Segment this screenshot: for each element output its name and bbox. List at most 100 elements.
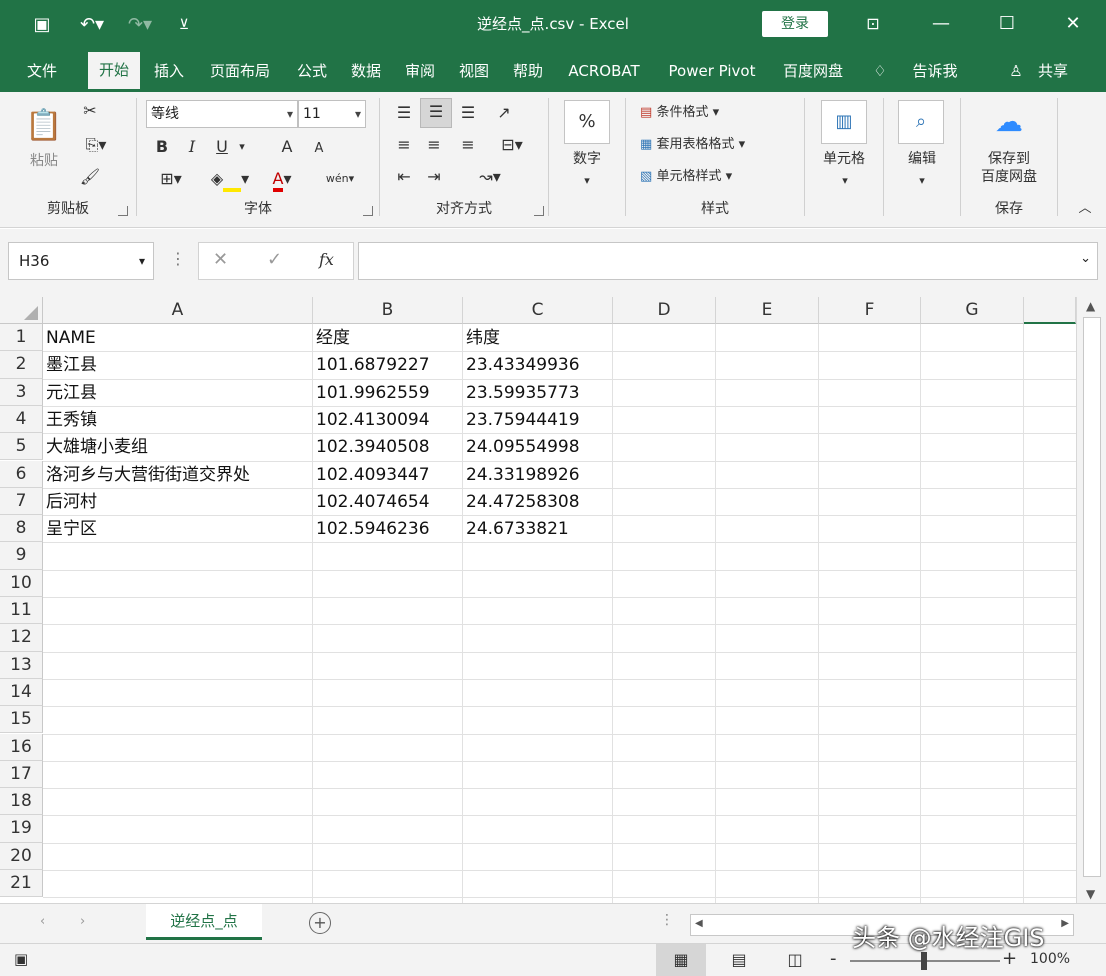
copy-icon[interactable]: ⎘▾: [74, 132, 118, 158]
row-header[interactable]: 16: [0, 733, 43, 761]
column-header-a[interactable]: A: [43, 297, 313, 324]
format-painter-icon[interactable]: 🖌: [74, 164, 106, 190]
cell-a3[interactable]: 元江县: [43, 379, 313, 406]
chevron-down-icon[interactable]: ▾: [579, 168, 595, 194]
previous-sheet-icon[interactable]: ‹: [40, 914, 45, 929]
column-header-d[interactable]: D: [613, 297, 716, 324]
clipboard-launcher-icon[interactable]: [118, 206, 128, 216]
cell-b1[interactable]: 经度: [313, 324, 463, 351]
vertical-scrollbar[interactable]: ▲ ▼: [1076, 297, 1106, 903]
cell-c3[interactable]: 23.59935773: [463, 379, 613, 406]
chevron-down-icon[interactable]: ▾: [235, 134, 249, 160]
login-button[interactable]: 登录: [762, 11, 828, 37]
next-sheet-icon[interactable]: ›: [80, 914, 85, 929]
row-header[interactable]: 7: [0, 487, 43, 516]
zoom-out-button[interactable]: -: [830, 948, 837, 969]
cut-icon[interactable]: ✂: [74, 98, 106, 124]
underline-button[interactable]: U: [211, 134, 233, 160]
font-name-select[interactable]: 等线 ▾: [146, 100, 298, 128]
expand-formula-bar-icon[interactable]: ⌄: [1080, 251, 1091, 266]
cell-a5[interactable]: 大雄塘小麦组: [43, 433, 313, 460]
enter-icon[interactable]: ✓: [267, 249, 282, 270]
vertical-scroll-thumb[interactable]: [1083, 317, 1101, 877]
formula-input[interactable]: ⌄: [358, 242, 1098, 280]
tab-formulas[interactable]: 公式: [286, 58, 338, 88]
cell-b4[interactable]: 102.4130094: [313, 406, 463, 433]
row-header[interactable]: 11: [0, 597, 43, 625]
cell-a4[interactable]: 王秀镇: [43, 406, 313, 433]
cell-a6[interactable]: 洛河乡与大营街街道交界处: [43, 461, 313, 488]
tab-page-layout[interactable]: 页面布局: [198, 58, 282, 88]
save-icon[interactable]: ▣: [28, 12, 56, 38]
row-header[interactable]: 20: [0, 842, 43, 870]
cancel-icon[interactable]: ✕: [213, 249, 228, 270]
row-header[interactable]: 6: [0, 460, 43, 488]
merge-center-icon[interactable]: ↝▾: [468, 164, 512, 190]
increase-indent-icon[interactable]: ⇥: [420, 164, 448, 190]
customize-quick-access-icon[interactable]: ⊻: [172, 12, 196, 38]
alignment-launcher-icon[interactable]: [534, 206, 544, 216]
cell-c4[interactable]: 23.75944419: [463, 406, 613, 433]
borders-icon[interactable]: ⊞▾: [149, 166, 193, 192]
cells-icon[interactable]: ▥: [821, 100, 867, 144]
normal-view-icon[interactable]: ▦: [656, 944, 706, 976]
cell-a2[interactable]: 墨江县: [43, 351, 313, 378]
tab-baidu-pan[interactable]: 百度网盘: [772, 58, 854, 88]
zoom-slider-thumb[interactable]: [921, 952, 927, 970]
tab-acrobat[interactable]: ACROBAT: [556, 58, 652, 88]
paste-button[interactable]: 粘贴: [20, 152, 68, 170]
close-icon[interactable]: ✕: [1050, 8, 1096, 40]
scroll-up-icon[interactable]: ▲: [1086, 299, 1095, 313]
tab-home[interactable]: 开始: [88, 52, 140, 92]
row-header[interactable]: 5: [0, 433, 43, 461]
row-header[interactable]: 1: [0, 324, 43, 352]
cell-b6[interactable]: 102.4093447: [313, 461, 463, 488]
top-align-icon[interactable]: ☰: [390, 100, 418, 126]
conditional-formatting-button[interactable]: ▤ 条件格式 ▾: [640, 100, 790, 126]
align-left-icon[interactable]: ≡: [390, 132, 418, 158]
insert-function-icon[interactable]: fx: [319, 250, 334, 269]
tab-split-handle-icon[interactable]: ⋮: [660, 912, 674, 928]
tell-me-search[interactable]: 告诉我: [896, 58, 974, 88]
sheet-tab-active[interactable]: 逆经点_点: [146, 904, 262, 940]
save-to-baidu-button[interactable]: 保存到 百度网盘: [961, 150, 1057, 186]
cells-button[interactable]: 单元格: [809, 150, 879, 168]
cell-c2[interactable]: 23.43349936: [463, 351, 613, 378]
cell-b2[interactable]: 101.6879227: [313, 351, 463, 378]
cell-b3[interactable]: 101.9962559: [313, 379, 463, 406]
row-header[interactable]: 9: [0, 542, 43, 570]
column-header-f[interactable]: F: [819, 297, 921, 324]
column-header-h[interactable]: [1024, 297, 1076, 324]
cell-b8[interactable]: 102.5946236: [313, 515, 463, 542]
find-icon[interactable]: ⌕: [898, 100, 944, 144]
scroll-right-icon[interactable]: ▶: [1061, 918, 1069, 929]
number-format-button[interactable]: %: [564, 100, 610, 144]
lightbulb-icon[interactable]: ♢: [868, 58, 892, 88]
macro-record-icon[interactable]: ▣: [14, 950, 28, 968]
align-center-icon[interactable]: ≡: [420, 132, 448, 158]
add-sheet-button[interactable]: +: [309, 912, 331, 934]
row-header[interactable]: 18: [0, 788, 43, 816]
font-size-select[interactable]: 11 ▾: [298, 100, 366, 128]
cell-styles-button[interactable]: ▧ 单元格样式 ▾: [640, 164, 790, 190]
tab-file[interactable]: 文件: [14, 58, 70, 88]
row-header[interactable]: 3: [0, 378, 43, 406]
row-header[interactable]: 15: [0, 706, 43, 734]
scroll-left-icon[interactable]: ◀: [695, 918, 703, 929]
share-button[interactable]: 共享: [1030, 58, 1076, 88]
bold-button[interactable]: B: [151, 134, 173, 160]
cell-c1[interactable]: 纬度: [463, 324, 613, 351]
person-icon[interactable]: ♙: [1004, 58, 1028, 88]
select-all-corner[interactable]: [0, 297, 43, 324]
page-layout-view-icon[interactable]: ▤: [716, 944, 762, 976]
cell-c8[interactable]: 24.6733821: [463, 515, 613, 542]
bottom-align-icon[interactable]: ☰: [454, 100, 482, 126]
number-label[interactable]: 数字: [555, 150, 619, 168]
decrease-font-size-button[interactable]: A: [307, 136, 331, 162]
cell-c6[interactable]: 24.33198926: [463, 461, 613, 488]
decrease-indent-icon[interactable]: ⇤: [390, 164, 418, 190]
column-header-e[interactable]: E: [716, 297, 819, 324]
ribbon-display-options-icon[interactable]: ⊡: [850, 8, 896, 40]
fill-color-icon[interactable]: ◈ ▾: [207, 166, 253, 192]
page-break-view-icon[interactable]: ◫: [772, 944, 818, 976]
